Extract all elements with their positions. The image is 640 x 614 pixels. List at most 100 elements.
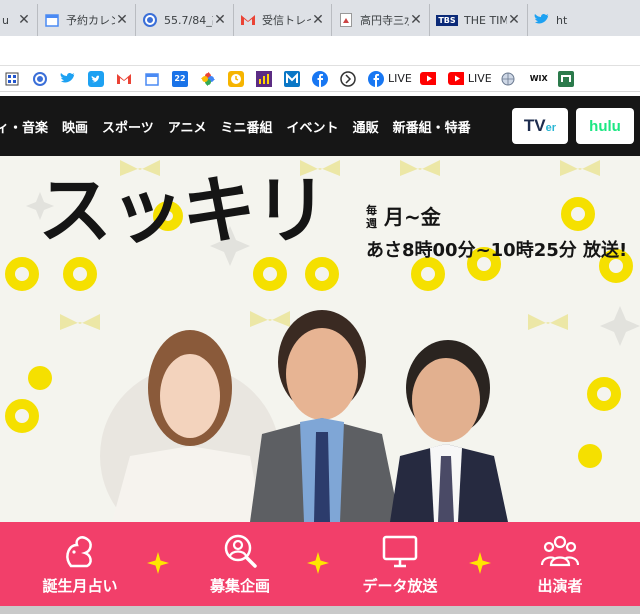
bookmark[interactable] bbox=[32, 69, 52, 89]
broadcast-schedule: 毎週 月~金 あさ8時00分~10時25分 放送! bbox=[366, 201, 627, 262]
sparkle-icon bbox=[469, 552, 491, 574]
menu-item-recruitment[interactable]: 募集企画 bbox=[170, 533, 310, 596]
gmail-icon bbox=[116, 71, 132, 87]
bookmark[interactable]: WIX bbox=[528, 69, 550, 89]
close-icon[interactable]: ✕ bbox=[213, 13, 227, 27]
site-nav: ィ・音楽 映画 スポーツ アニメ ミニ番組 イベント 通販 新番組・特番 TVe… bbox=[0, 96, 640, 156]
c-logo-icon bbox=[32, 71, 48, 87]
tab-strip: u ✕ 予約カレンダ ✕ 55.7/84_高 ✕ 受信トレイ ( ✕ 高円寺三水… bbox=[0, 0, 640, 36]
browser-tab[interactable]: TBS THE TIME, ✕ bbox=[430, 4, 528, 36]
calendar-icon bbox=[44, 12, 60, 28]
browser-tab[interactable]: 55.7/84_高 ✕ bbox=[136, 4, 234, 36]
bookmark[interactable] bbox=[419, 69, 440, 89]
bookmark[interactable] bbox=[500, 69, 520, 89]
tver-logo: TVer bbox=[524, 116, 556, 136]
tab-title: u bbox=[2, 13, 9, 27]
schedule-time: あさ8時00分~10時25分 放送! bbox=[366, 240, 628, 261]
browser-tab[interactable]: 予約カレンダ ✕ bbox=[38, 4, 136, 36]
close-icon[interactable]: ✕ bbox=[311, 13, 325, 27]
nav-link-anime[interactable]: アニメ bbox=[168, 117, 207, 136]
nav-link-variety-music[interactable]: ィ・音楽 bbox=[0, 117, 48, 136]
schedule-days: 月~金 bbox=[384, 205, 441, 229]
people-icon bbox=[541, 535, 579, 566]
youtube-icon bbox=[447, 71, 464, 87]
menu-item-data-broadcast[interactable]: データ放送 bbox=[330, 533, 470, 596]
bookmark[interactable] bbox=[88, 69, 108, 89]
calendar-icon bbox=[144, 71, 160, 87]
tver-logo-sub: er bbox=[545, 122, 557, 134]
pinwheel-icon bbox=[200, 71, 216, 87]
calendar-22-icon: 22 bbox=[172, 70, 188, 87]
bookmark[interactable] bbox=[557, 69, 578, 89]
bookmark[interactable] bbox=[144, 69, 164, 89]
tbs-icon: TBS bbox=[436, 12, 458, 28]
tver-logo-main: TV bbox=[523, 116, 546, 135]
bookmark[interactable]: LIVE bbox=[368, 69, 412, 89]
tab-title: 予約カレンダ bbox=[66, 14, 115, 27]
browser-tab[interactable]: ht bbox=[528, 4, 626, 36]
bookmark[interactable] bbox=[60, 69, 80, 89]
schedule-every-week: 毎週 bbox=[366, 204, 377, 230]
tab-title: 55.7/84_高 bbox=[164, 14, 213, 27]
close-icon[interactable]: ✕ bbox=[115, 13, 129, 27]
gmail-icon bbox=[240, 12, 256, 28]
nav-link-mini-programs[interactable]: ミニ番組 bbox=[221, 117, 273, 136]
browser-tab[interactable]: u ✕ bbox=[0, 4, 38, 36]
bookmark[interactable]: 22 bbox=[172, 69, 192, 89]
m-square-icon bbox=[284, 70, 300, 87]
hulu-button[interactable]: hulu bbox=[576, 108, 634, 144]
search-person-icon bbox=[224, 534, 257, 568]
menu-item-birth-month-fortune[interactable]: 誕生月占い bbox=[10, 533, 150, 596]
nav-link-movies[interactable]: 映画 bbox=[62, 117, 88, 136]
sparkle-icon bbox=[307, 552, 329, 574]
browser-tab[interactable]: 高円寺三水 ✕ bbox=[332, 4, 430, 36]
close-icon[interactable]: ✕ bbox=[409, 13, 423, 27]
menu-label: 募集企画 bbox=[209, 576, 270, 595]
bookmark[interactable]: LIVE bbox=[447, 69, 492, 89]
menu-item-cast[interactable]: 出演者 bbox=[490, 533, 630, 596]
page-icon bbox=[338, 12, 354, 28]
bookmark[interactable] bbox=[256, 69, 276, 89]
nav-links: ィ・音楽 映画 スポーツ アニメ ミニ番組 イベント 通販 新番組・特番 bbox=[0, 96, 504, 156]
tv-icon bbox=[382, 535, 418, 567]
hulu-logo: hulu bbox=[589, 117, 621, 135]
bookmark[interactable] bbox=[312, 69, 332, 89]
nav-link-new-programs[interactable]: 新番組・特番 bbox=[393, 117, 471, 136]
bookmark-label: LIVE bbox=[467, 72, 492, 85]
tab-title: ht bbox=[556, 13, 568, 27]
tbs-badge: TBS bbox=[436, 14, 458, 26]
page-footer-edge bbox=[0, 606, 640, 614]
facebook-icon bbox=[312, 70, 328, 87]
globe-icon bbox=[500, 71, 516, 87]
close-icon[interactable]: ✕ bbox=[17, 13, 31, 27]
nav-link-shopping[interactable]: 通販 bbox=[353, 117, 379, 136]
bookmark[interactable] bbox=[284, 69, 304, 89]
wix-text: WIX bbox=[529, 74, 548, 83]
twitter-icon bbox=[534, 12, 550, 28]
bookmark[interactable] bbox=[340, 69, 360, 89]
grid-app-icon bbox=[4, 71, 20, 87]
grid-app-icon bbox=[557, 70, 574, 87]
tver-button[interactable]: TVer bbox=[512, 108, 568, 144]
bookmarks-bar: 22 LIVE LIVE WIX bbox=[0, 66, 640, 92]
menu-label: 誕生月占い bbox=[42, 576, 118, 595]
nav-link-events[interactable]: イベント bbox=[287, 117, 339, 136]
menu-label: 出演者 bbox=[537, 576, 583, 595]
squirrel-icon bbox=[66, 535, 92, 567]
address-bar-area bbox=[0, 36, 640, 66]
youtube-icon bbox=[419, 71, 436, 87]
bookmark[interactable] bbox=[4, 69, 24, 89]
show-logo: スッキリ bbox=[38, 168, 328, 254]
wix-icon: WIX bbox=[528, 71, 550, 87]
calendar-number: 22 bbox=[174, 74, 186, 83]
close-icon[interactable]: ✕ bbox=[507, 13, 521, 27]
bookmark[interactable] bbox=[228, 69, 248, 89]
tab-title: 受信トレイ ( bbox=[262, 14, 311, 27]
browser-tab[interactable]: 受信トレイ ( ✕ bbox=[234, 4, 332, 36]
twitter-square-icon bbox=[88, 70, 104, 87]
nav-link-sports[interactable]: スポーツ bbox=[102, 117, 154, 136]
clock-icon bbox=[228, 70, 244, 87]
bookmark[interactable] bbox=[116, 69, 136, 89]
c-logo-icon bbox=[142, 12, 158, 28]
bookmark[interactable] bbox=[200, 69, 220, 89]
